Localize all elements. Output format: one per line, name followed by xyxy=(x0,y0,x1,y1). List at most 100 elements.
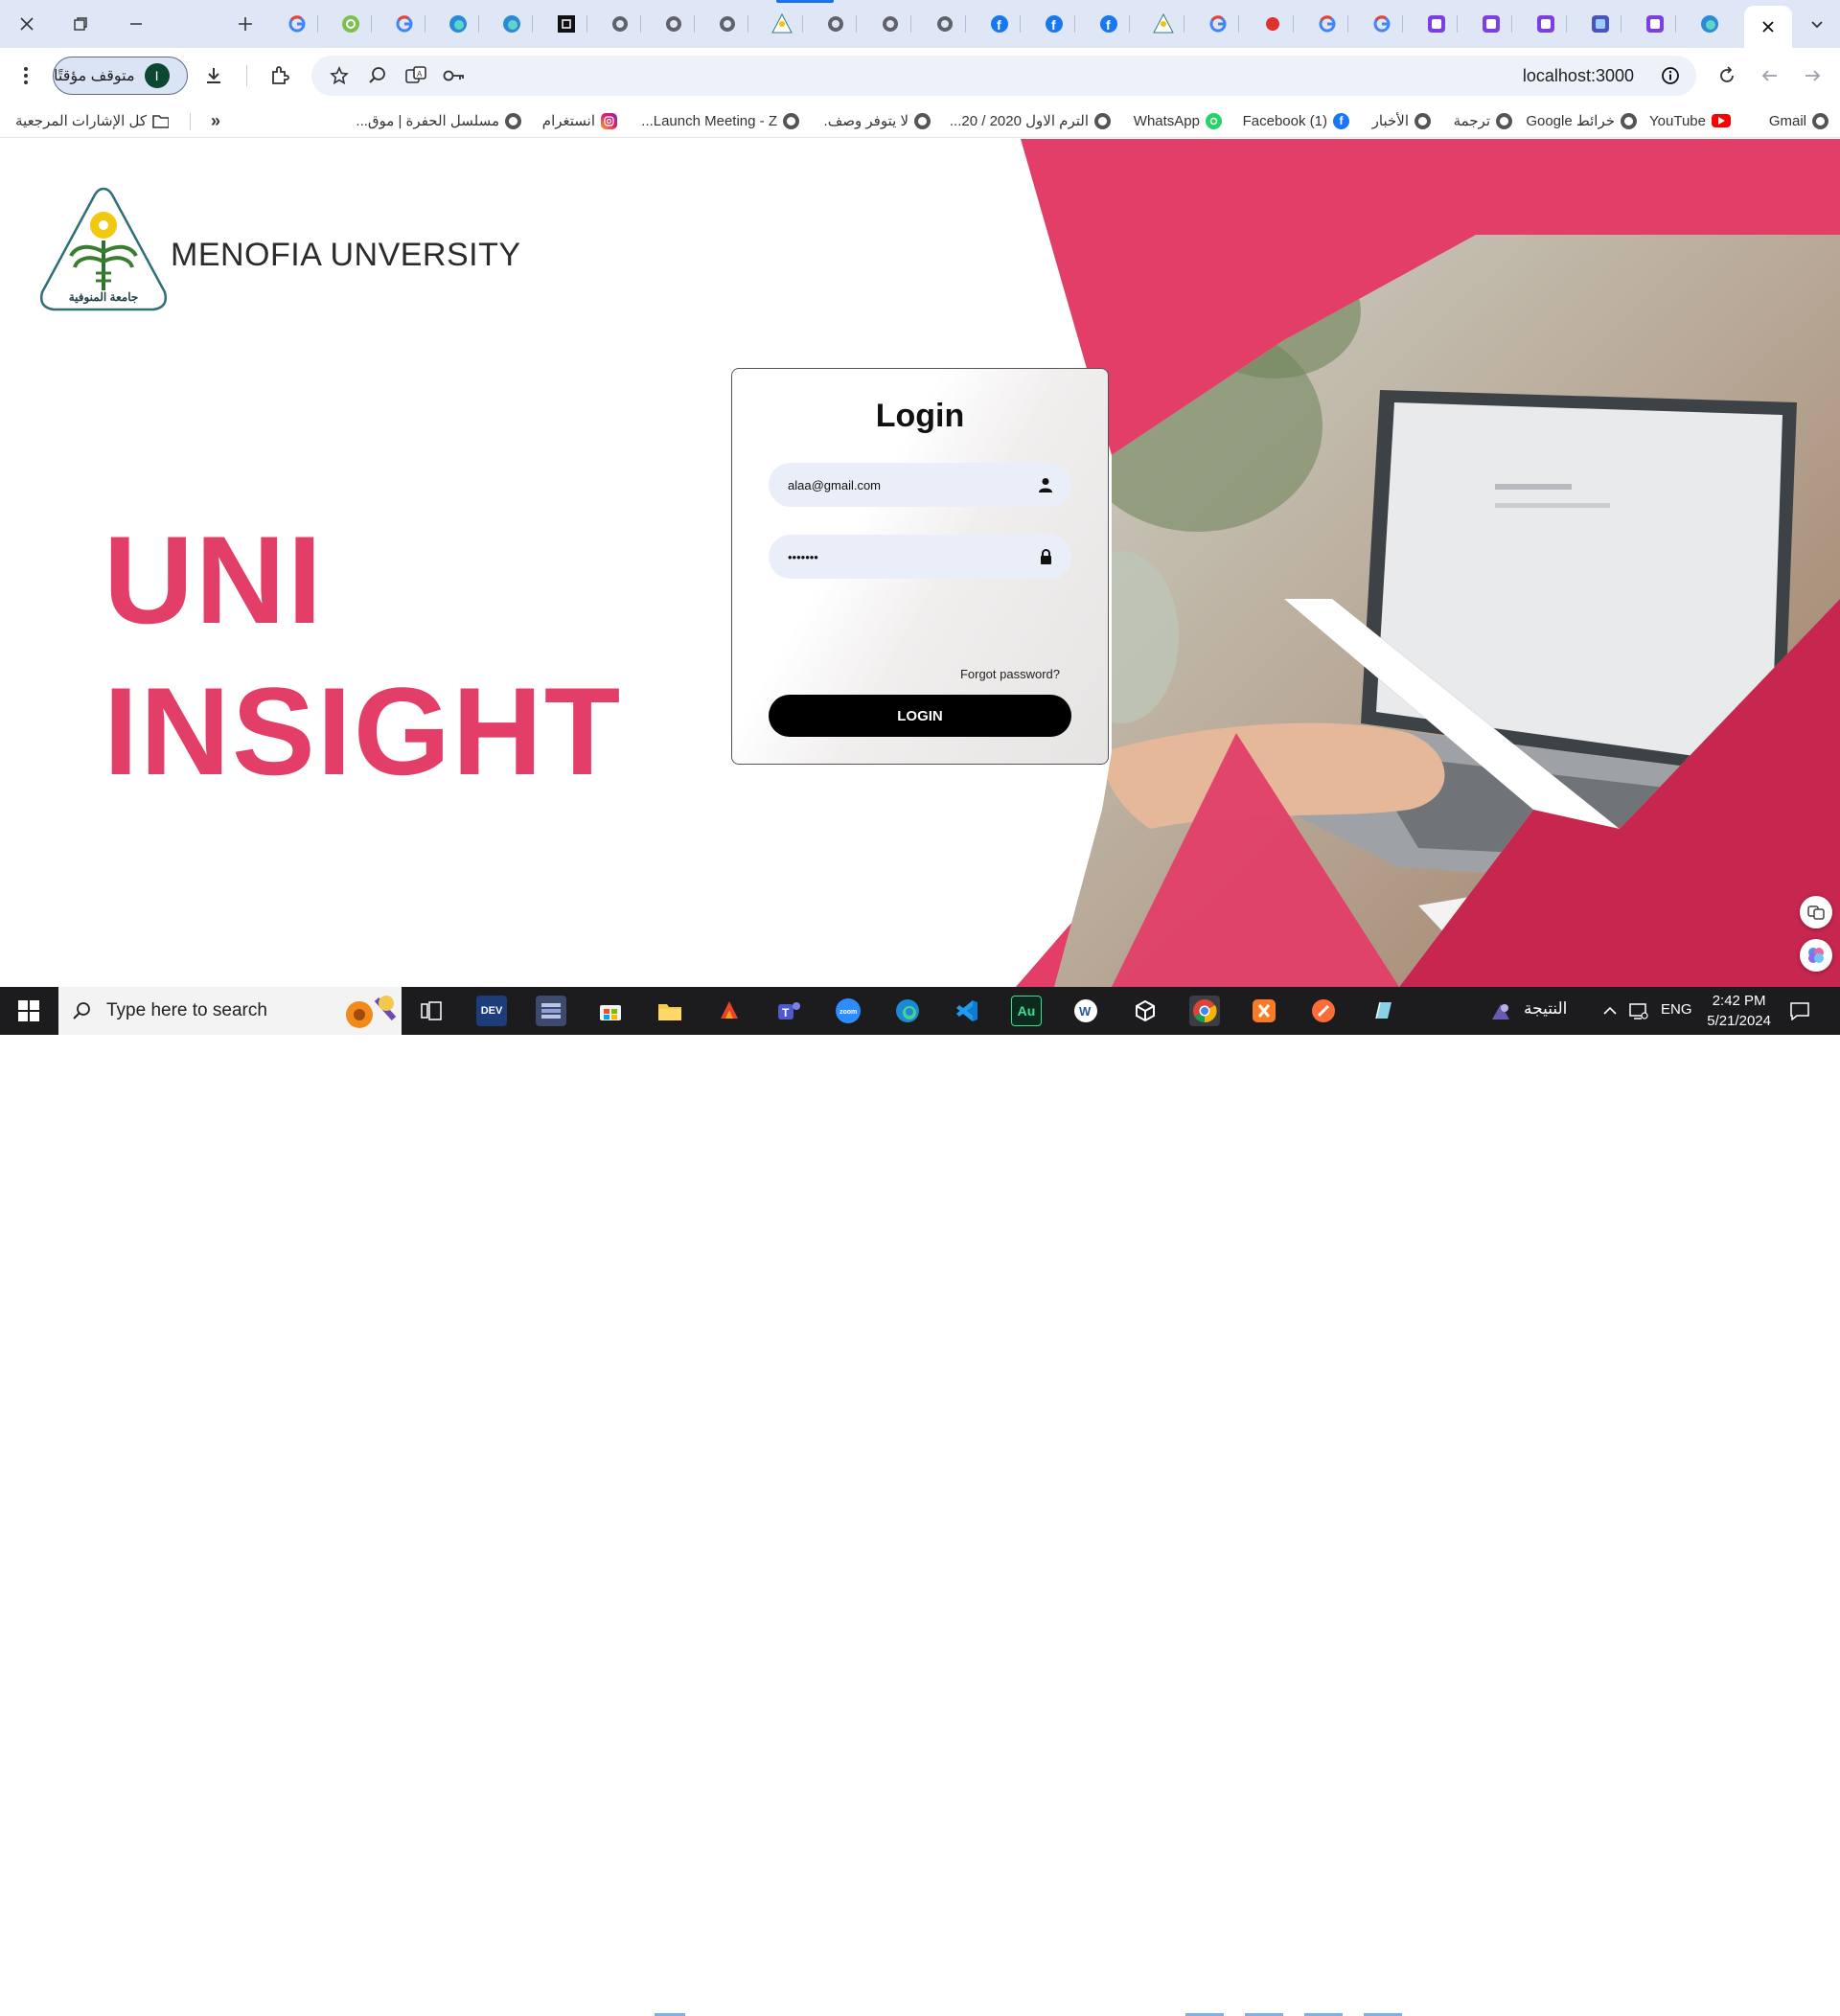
google-icon[interactable] xyxy=(285,11,310,36)
all-bookmarks-label: كل الإشارات المرجعية xyxy=(15,113,147,129)
audition-icon[interactable]: Au xyxy=(1011,996,1042,1026)
edge-icon[interactable] xyxy=(892,996,923,1026)
green-chat-icon[interactable] xyxy=(338,11,363,36)
word-icon[interactable]: W xyxy=(1070,996,1101,1026)
teams-icon[interactable] xyxy=(1479,11,1504,36)
notification-icon[interactable] xyxy=(1784,996,1815,1026)
bookmark-gmail[interactable]: Gmail xyxy=(1769,111,1828,130)
facebook-icon[interactable]: f xyxy=(1042,11,1067,36)
task-view-icon[interactable] xyxy=(416,996,447,1026)
address-bar[interactable]: A localhost:3000 xyxy=(311,56,1696,96)
bookmark-youtube[interactable]: YouTube xyxy=(1649,111,1731,130)
password-key-button[interactable] xyxy=(440,61,469,90)
menu-button[interactable] xyxy=(12,61,40,90)
windows-logo-icon xyxy=(18,1000,39,1021)
xampp-icon[interactable] xyxy=(1249,996,1279,1026)
bookmark-news[interactable]: الأخبار xyxy=(1372,111,1431,130)
bookmark-google-maps[interactable]: خرائط Google xyxy=(1526,111,1637,130)
bookmark-whatsapp[interactable]: WhatsApp xyxy=(1134,111,1222,130)
login-button[interactable]: LOGIN xyxy=(769,695,1071,737)
red-dot-icon[interactable] xyxy=(1260,11,1285,36)
password-field[interactable] xyxy=(769,535,1071,579)
globe-icon[interactable] xyxy=(932,11,957,36)
globe-icon[interactable] xyxy=(661,11,686,36)
teams-icon[interactable] xyxy=(1643,11,1668,36)
language-indicator[interactable]: ENG xyxy=(1661,1001,1692,1018)
forward-button[interactable] xyxy=(1798,61,1827,90)
bookmark-translate[interactable]: ترجمة xyxy=(1454,111,1512,130)
file-explorer-icon[interactable] xyxy=(655,996,685,1026)
google-icon[interactable] xyxy=(1369,11,1394,36)
globe-icon[interactable] xyxy=(823,11,848,36)
close-window-button[interactable] xyxy=(0,0,54,48)
downloads-button[interactable] xyxy=(199,61,228,90)
profile-paused-chip[interactable]: I متوقف مؤقتًا xyxy=(53,57,188,95)
facebook-icon[interactable]: f xyxy=(987,11,1012,36)
teams-icon[interactable] xyxy=(1424,11,1449,36)
app-grid-icon[interactable] xyxy=(536,996,566,1026)
black-square-icon[interactable] xyxy=(554,11,579,36)
forgot-password-link[interactable]: Forgot password? xyxy=(960,667,1060,681)
postman-icon[interactable] xyxy=(1308,996,1339,1026)
google-icon[interactable] xyxy=(1315,11,1340,36)
vscode-icon[interactable] xyxy=(952,996,982,1026)
notepad-icon[interactable] xyxy=(1368,996,1398,1026)
chevron-up-icon[interactable] xyxy=(1595,996,1625,1026)
bookmark-term[interactable]: الترم الاول 2020 / 20... xyxy=(950,111,1111,130)
taskbar-search-box[interactable]: Type here to search xyxy=(58,987,402,1035)
university-logo-icon[interactable] xyxy=(1151,11,1176,36)
bookmark-facebook[interactable]: f (1) Facebook xyxy=(1243,111,1349,130)
office-icon[interactable] xyxy=(714,996,745,1026)
password-input[interactable] xyxy=(788,549,1018,564)
assistant-button[interactable] xyxy=(1800,939,1832,972)
weather-label[interactable]: النتيجة xyxy=(1524,999,1567,1019)
translate-button[interactable]: A xyxy=(402,61,430,90)
edge-copilot-icon[interactable] xyxy=(446,11,471,36)
translate-page-button[interactable] xyxy=(1800,896,1832,928)
bookmark-instagram[interactable]: انستغرام xyxy=(542,111,617,130)
teams-icon[interactable]: T xyxy=(773,996,804,1026)
zoom-icon[interactable]: zoom xyxy=(833,996,863,1026)
bookmark-zoom-meeting[interactable]: Launch Meeting - Z... xyxy=(641,111,799,130)
zoom-button[interactable] xyxy=(363,61,392,90)
all-bookmarks-button[interactable]: كل الإشارات المرجعية xyxy=(15,111,169,130)
globe-icon[interactable] xyxy=(878,11,903,36)
globe-icon[interactable] xyxy=(715,11,740,36)
minimize-window-button[interactable] xyxy=(109,0,163,48)
chrome-icon[interactable] xyxy=(1189,996,1220,1026)
svg-text:zoom: zoom xyxy=(840,1009,857,1016)
teams-blue-icon[interactable] xyxy=(1588,11,1613,36)
back-button[interactable] xyxy=(1756,61,1784,90)
bookmark-no-description[interactable]: لا يتوفر وصف. xyxy=(824,111,931,130)
edge-copilot-icon[interactable] xyxy=(499,11,524,36)
teams-icon[interactable] xyxy=(1533,11,1558,36)
reload-button[interactable] xyxy=(1713,61,1741,90)
devc-icon[interactable]: DEV xyxy=(476,996,507,1026)
university-logo-icon[interactable] xyxy=(770,11,794,36)
google-icon[interactable] xyxy=(1206,11,1230,36)
more-bookmarks-button[interactable]: « xyxy=(211,111,220,130)
email-input[interactable] xyxy=(788,477,1018,493)
new-tab-button[interactable] xyxy=(218,0,272,48)
google-icon[interactable] xyxy=(392,11,417,36)
browser-toolbar: I متوقف مؤقتًا A localhost:3000 xyxy=(0,48,1840,103)
weather-icon[interactable] xyxy=(1485,996,1516,1026)
globe-icon[interactable] xyxy=(608,11,632,36)
bookmark-series[interactable]: مسلسل الحفرة | موق... xyxy=(356,111,521,130)
unity-icon[interactable] xyxy=(1130,996,1161,1026)
email-field[interactable] xyxy=(769,463,1071,507)
site-info-button[interactable] xyxy=(1656,61,1685,90)
start-button[interactable] xyxy=(13,996,44,1026)
bookmark-star-button[interactable] xyxy=(325,61,354,90)
tab-search-button[interactable] xyxy=(1794,0,1840,48)
globe-icon xyxy=(783,112,799,129)
close-tab-icon[interactable] xyxy=(1761,20,1775,34)
edge-copilot-icon[interactable] xyxy=(1697,11,1722,36)
system-clock[interactable]: 2:42 PM 5/21/2024 xyxy=(1707,991,1771,1031)
network-icon[interactable] xyxy=(1623,996,1654,1026)
extensions-button[interactable] xyxy=(265,61,294,90)
restore-window-button[interactable] xyxy=(54,0,107,48)
active-tab[interactable] xyxy=(1744,6,1792,48)
facebook-icon[interactable]: f xyxy=(1096,11,1121,36)
microsoft-store-icon[interactable] xyxy=(595,996,626,1026)
